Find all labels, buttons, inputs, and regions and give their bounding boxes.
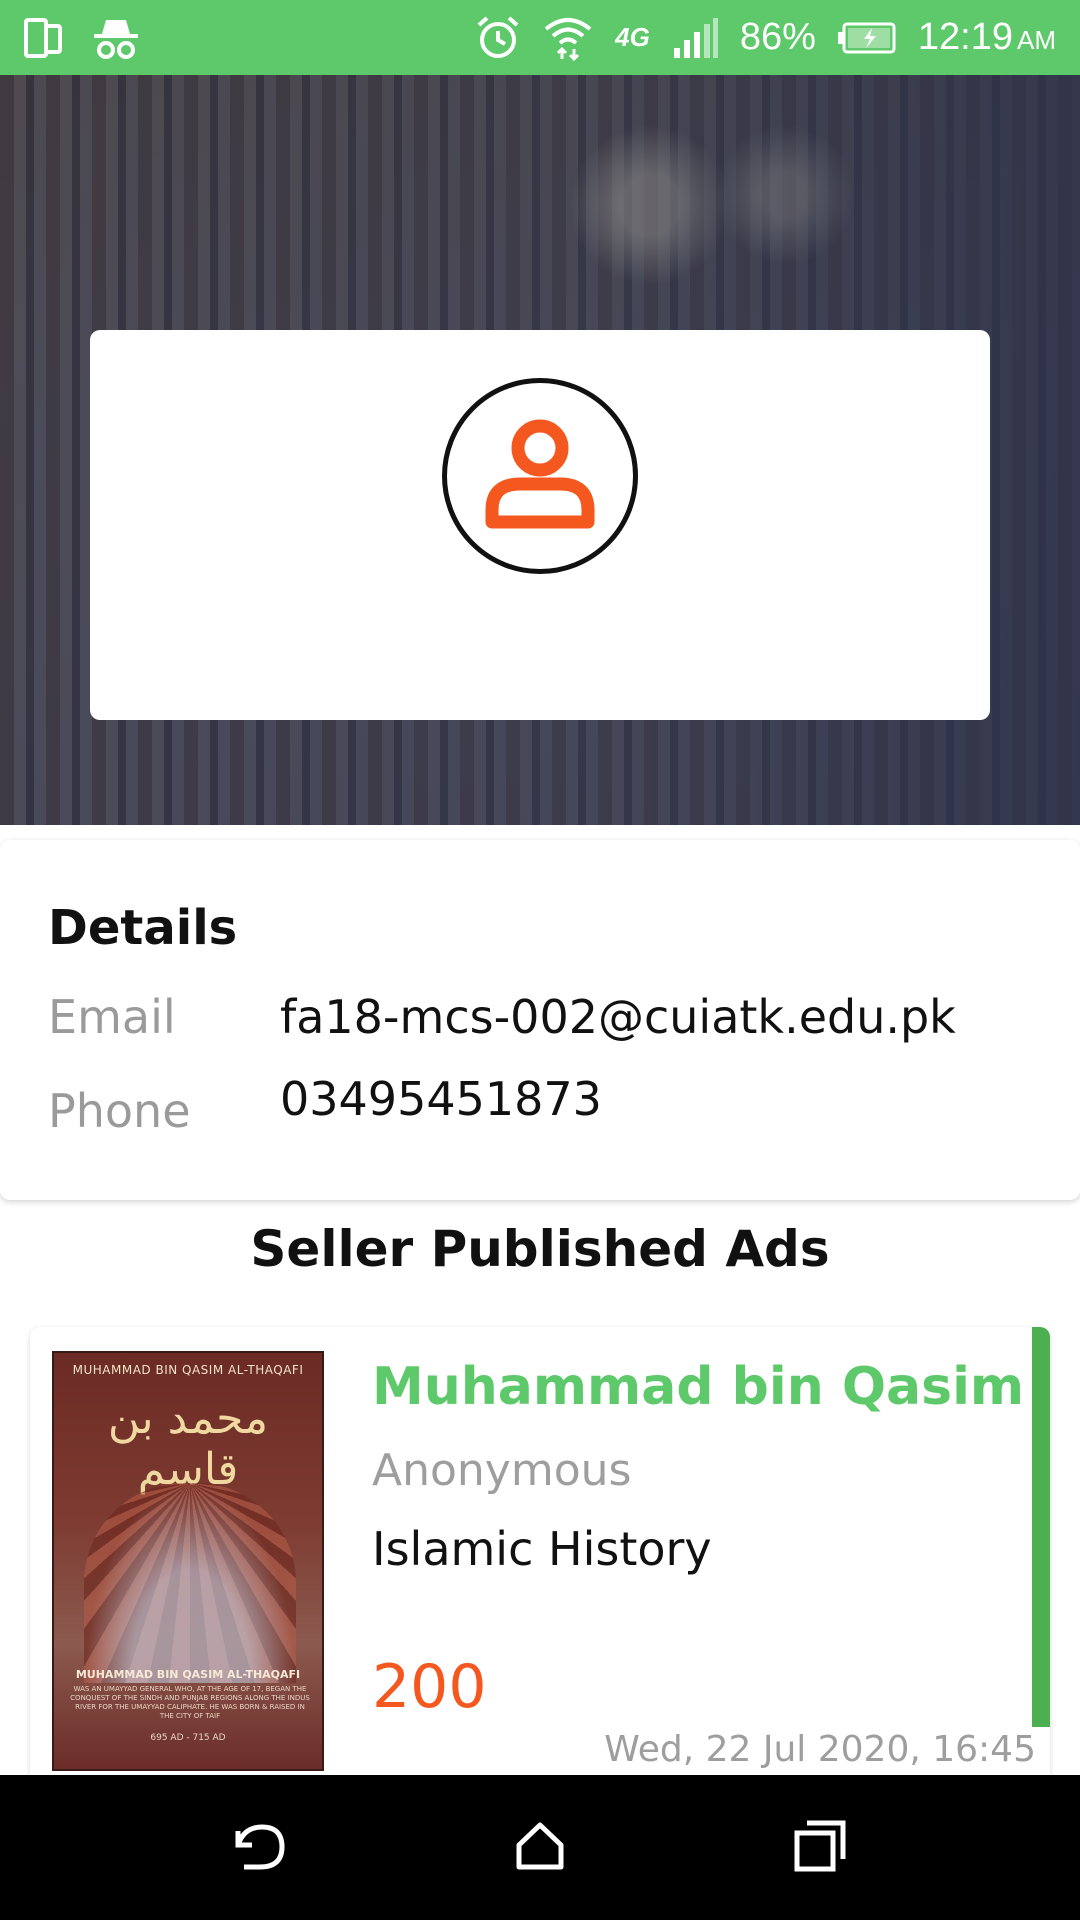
ads-heading: Seller Published Ads [250,1220,830,1278]
battery-percent: 86% [739,16,816,58]
person-icon [470,404,610,548]
recents-icon [793,1819,847,1877]
battery-charging-icon [837,22,896,54]
signal-icon [672,17,718,58]
ad-price: 200 [372,1652,487,1722]
dual-screen-icon [24,16,64,60]
details-card: Details Email fa18-mcs-002@cuiatk.edu.pk… [0,840,1080,1200]
cover-top-text: MUHAMMAD BIN QASIM AL-THAQAFI [72,1363,304,1377]
profile-card [90,330,990,720]
alarm-icon [475,15,521,61]
avatar[interactable] [442,378,638,574]
cover-bottom-title: MUHAMMAD BIN QASIM AL-THAQAFI [75,1668,301,1681]
phone-label: Phone [48,1084,191,1138]
back-button[interactable] [220,1808,300,1888]
phone-row: Phone 03495451873 [48,1072,602,1138]
network-type: 4G [615,22,650,52]
ad-date: Wed, 22 Jul 2020, 16:45 [604,1729,1036,1770]
back-icon [230,1819,290,1877]
navigation-bar [0,1775,1080,1920]
email-value[interactable]: fa18-mcs-002@cuiatk.edu.pk [280,990,956,1044]
incognito-icon [92,16,140,60]
cover-artwork [84,1483,296,1683]
ad-accent-bar [1032,1327,1050,1727]
clock-time: 12:19 [917,16,1013,58]
ad-title: Muhammad bin Qasim [372,1357,1025,1417]
details-title: Details [48,900,238,956]
ad-card[interactable]: MUHAMMAD BIN QASIM AL-THAQAFI محمد بن قا… [30,1327,1050,1787]
ad-category: Islamic History [372,1522,712,1576]
clock-ampm: AM [1017,25,1056,55]
cover-arabic-title: محمد بن قاسم [107,1393,269,1495]
clock: 12:19 AM [918,16,1056,59]
email-row: Email fa18-mcs-002@cuiatk.edu.pk [48,990,956,1044]
cover-dates: 695 AD - 715 AD [150,1733,226,1743]
header-background-image [0,75,1080,825]
status-bar: 4G 86% 12:19 AM [0,0,1080,75]
ad-author: Anonymous [372,1445,632,1496]
phone-value[interactable]: 03495451873 [280,1072,602,1138]
home-button[interactable] [500,1808,580,1888]
cover-bottom-text: WAS AN UMAYYAD GENERAL WHO, AT THE AGE O… [70,1685,310,1720]
email-label: Email [48,990,176,1044]
recents-button[interactable] [780,1808,860,1888]
wifi-icon [543,15,593,61]
book-cover-image: MUHAMMAD BIN QASIM AL-THAQAFI محمد بن قا… [52,1351,324,1771]
home-icon [513,1819,567,1877]
